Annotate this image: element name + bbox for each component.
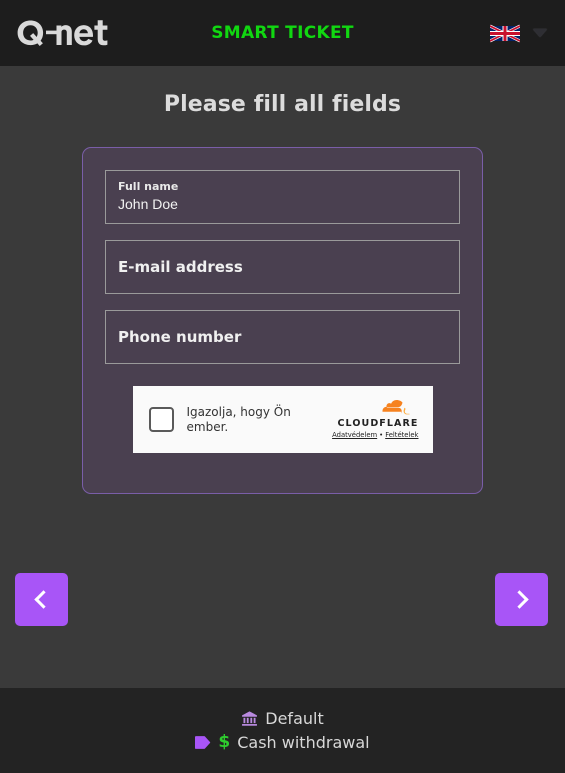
previous-button[interactable]: [15, 573, 68, 626]
checkbox-unchecked-icon[interactable]: [148, 407, 174, 432]
privacy-link[interactable]: Adatvédelem: [332, 431, 377, 439]
app-header: SMART TICKET: [0, 0, 565, 66]
footer-row-default[interactable]: Default: [241, 709, 324, 728]
terms-link[interactable]: Feltételek: [385, 431, 418, 439]
email-field[interactable]: E-mail address: [105, 240, 460, 294]
cloudflare-brand: CLOUDFLARE Adatvédelem • Feltételek: [332, 399, 419, 440]
cloudflare-links: Adatvédelem • Feltételek: [332, 431, 418, 440]
phone-label: Phone number: [118, 328, 242, 346]
chevron-down-icon[interactable]: [533, 29, 547, 37]
link-separator: •: [379, 430, 384, 439]
full-name-value: John Doe: [118, 196, 178, 212]
uk-flag-icon: [490, 24, 520, 42]
dollar-icon: $: [218, 732, 231, 752]
turnstile-prompt: Igazolja, hogy Ön ember.: [186, 404, 291, 434]
page-title: Please fill all fields: [163, 92, 402, 117]
cloudflare-wordmark: CLOUDFLARE: [337, 417, 419, 429]
qnet-logo[interactable]: [14, 16, 112, 50]
next-button[interactable]: [495, 573, 548, 626]
full-name-label: Full name: [118, 180, 179, 193]
ticket-form-panel: Full name John Doe E-mail address Phone …: [82, 147, 483, 494]
app-footer: Default $ Cash withdrawal: [0, 688, 565, 773]
main-content: Please fill all fields Full name John Do…: [0, 66, 565, 688]
phone-field[interactable]: Phone number: [105, 310, 460, 364]
footer-cash-withdrawal-label: Cash withdrawal: [237, 732, 370, 752]
cloudflare-cloud-icon: [382, 399, 410, 414]
bank-icon: [242, 711, 258, 726]
full-name-field[interactable]: Full name John Doe: [105, 170, 460, 224]
footer-default-label: Default: [265, 709, 324, 728]
cloudflare-turnstile-widget: Igazolja, hogy Ön ember. CLOUDFLARE Adat…: [132, 386, 433, 453]
chevron-right-icon: [510, 590, 529, 609]
email-label: E-mail address: [118, 258, 243, 276]
tag-icon: [195, 735, 211, 749]
qnet-logo-icon: [17, 20, 108, 46]
chevron-left-icon: [34, 590, 53, 609]
language-selector[interactable]: [490, 23, 547, 44]
footer-row-cash-withdrawal[interactable]: $ Cash withdrawal: [195, 732, 370, 752]
